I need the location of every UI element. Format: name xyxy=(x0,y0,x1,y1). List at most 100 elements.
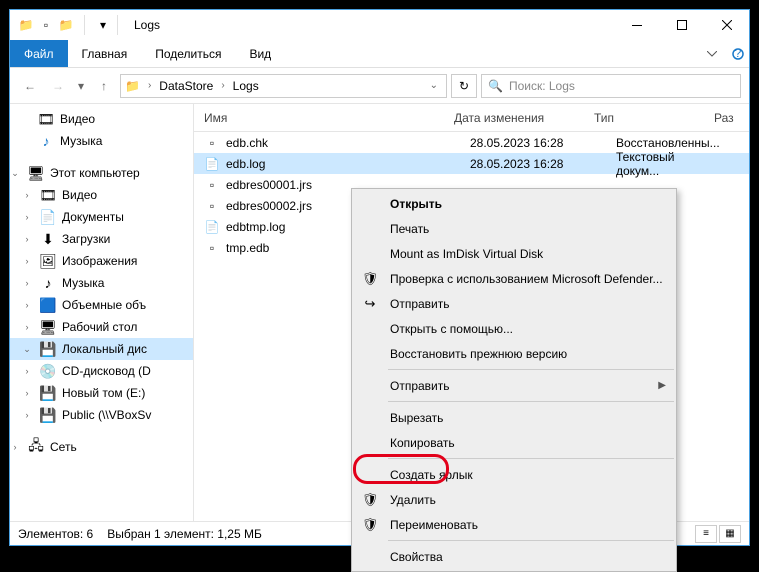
collapse-icon[interactable]: ⌄ xyxy=(10,168,20,179)
chevron-right-icon[interactable]: › xyxy=(217,80,228,91)
tab-share[interactable]: Поделиться xyxy=(141,40,235,67)
sidebar-item[interactable]: ›🖼Изображения xyxy=(10,250,193,272)
sidebar-item-label: Объемные объ xyxy=(62,298,146,312)
refresh-button[interactable]: ↻ xyxy=(451,74,477,98)
up-button[interactable]: ↑ xyxy=(92,74,116,98)
ctx-label: Проверка с использованием Microsoft Defe… xyxy=(390,272,663,286)
share-icon: ↪ xyxy=(362,296,378,312)
sidebar-item-label: Public (\\VBoxSv xyxy=(62,408,151,422)
search-input[interactable]: 🔍 Поиск: Logs xyxy=(481,74,741,98)
sidebar-item[interactable]: ›⬇Загрузки xyxy=(10,228,193,250)
sidebar-item[interactable]: ›📄Документы xyxy=(10,206,193,228)
search-placeholder: Поиск: Logs xyxy=(509,79,575,93)
item-icon: 💾 xyxy=(40,341,56,357)
sidebar-item-label: Видео xyxy=(60,112,95,126)
ctx-share[interactable]: ↪Отправить xyxy=(352,291,676,316)
ctx-send-to[interactable]: Отправить ▶ xyxy=(352,373,676,398)
ctx-copy[interactable]: Копировать xyxy=(352,430,676,455)
column-headers: Имя Дата изменения Тип Раз xyxy=(194,104,749,132)
sidebar-item-music[interactable]: ♪Музыка xyxy=(10,130,193,152)
minimize-button[interactable] xyxy=(614,10,659,40)
expand-ribbon-button[interactable] xyxy=(697,40,727,67)
item-icon: 💿 xyxy=(40,363,56,379)
sidebar-item-pc[interactable]: ⌄🖥Этот компьютер xyxy=(10,162,193,184)
new-folder-icon[interactable]: 📁 xyxy=(58,17,74,33)
file-name: edbtmp.log xyxy=(226,220,285,234)
uac-shield-icon: 🛡 xyxy=(362,517,378,533)
col-size[interactable]: Раз xyxy=(704,104,749,131)
tab-view[interactable]: Вид xyxy=(235,40,285,67)
ctx-print[interactable]: Печать xyxy=(352,216,676,241)
ctx-rename[interactable]: 🛡 Переименовать xyxy=(352,512,676,537)
file-icon: 📄 xyxy=(204,156,220,172)
file-name: edb.chk xyxy=(226,136,268,150)
file-tab[interactable]: Файл xyxy=(10,40,68,67)
help-button[interactable]: ? xyxy=(727,40,749,67)
ctx-cut[interactable]: Вырезать xyxy=(352,405,676,430)
sidebar-item[interactable]: ›🎞Видео xyxy=(10,184,193,206)
ctx-restore[interactable]: Восстановить прежнюю версию xyxy=(352,341,676,366)
file-name: edb.log xyxy=(226,157,265,171)
sidebar: 🎞Видео ♪Музыка ⌄🖥Этот компьютер ›🎞Видео›… xyxy=(10,104,194,521)
col-type[interactable]: Тип xyxy=(584,104,704,131)
quick-access-toolbar: 📁 ▫ 📁 ▾ xyxy=(18,15,111,35)
tab-home[interactable]: Главная xyxy=(68,40,142,67)
back-button[interactable]: ← xyxy=(18,74,42,98)
window-title: Logs xyxy=(134,18,160,32)
sidebar-item[interactable]: ›💾Public (\\VBoxSv xyxy=(10,404,193,426)
breadcrumb-item[interactable]: DataStore xyxy=(159,79,213,93)
navigation-bar: ← → ▾ ↑ 📁 › DataStore › Logs ⌄ ↻ 🔍 Поиск… xyxy=(10,68,749,104)
item-icon: ⬇ xyxy=(40,231,56,247)
file-date: 28.05.2023 16:28 xyxy=(460,153,600,174)
breadcrumb-item[interactable]: Logs xyxy=(233,79,259,93)
properties-icon[interactable]: ▫ xyxy=(38,17,54,33)
forward-button[interactable]: → xyxy=(46,74,70,98)
ctx-label: Отправить xyxy=(390,379,450,393)
sidebar-item[interactable]: ›💿CD-дисковод (D xyxy=(10,360,193,382)
item-icon: 💾 xyxy=(40,385,56,401)
view-icons-button[interactable]: ▦ xyxy=(719,525,741,543)
sidebar-item[interactable]: ›♪Музыка xyxy=(10,272,193,294)
ctx-label: Переименовать xyxy=(390,518,478,532)
col-name[interactable]: Имя xyxy=(194,104,444,131)
status-count: Элементов: 6 xyxy=(18,527,93,541)
ctx-defender[interactable]: 🛡Проверка с использованием Microsoft Def… xyxy=(352,266,676,291)
qat-dropdown-icon[interactable]: ▾ xyxy=(95,17,111,33)
context-menu: Открыть Печать Mount as ImDisk Virtual D… xyxy=(351,188,677,572)
sidebar-item[interactable]: ›💾Новый том (E:) xyxy=(10,382,193,404)
ctx-mount[interactable]: Mount as ImDisk Virtual Disk xyxy=(352,241,676,266)
sidebar-item-video[interactable]: 🎞Видео xyxy=(10,108,193,130)
file-row[interactable]: 📄edb.log28.05.2023 16:28Текстовый докум.… xyxy=(194,153,749,174)
close-button[interactable] xyxy=(704,10,749,40)
maximize-button[interactable] xyxy=(659,10,704,40)
ctx-properties[interactable]: Свойства xyxy=(352,544,676,569)
breadcrumb[interactable]: 📁 › DataStore › Logs ⌄ xyxy=(120,74,447,98)
ctx-open[interactable]: Открыть xyxy=(352,191,676,216)
sidebar-item-label: CD-дисковод (D xyxy=(62,364,151,378)
sidebar-item-network[interactable]: ›🖧Сеть xyxy=(10,436,193,458)
item-icon: 🎞 xyxy=(40,187,56,203)
file-icon: ▫ xyxy=(204,135,220,151)
sidebar-item[interactable]: ›🟦Объемные объ xyxy=(10,294,193,316)
view-details-button[interactable]: ≡ xyxy=(695,525,717,543)
ctx-open-with[interactable]: Открыть с помощью... xyxy=(352,316,676,341)
file-name: edbres00001.jrs xyxy=(226,178,312,192)
explorer-window: 📁 ▫ 📁 ▾ Logs Файл Главная Поделиться Вид… xyxy=(9,9,750,546)
ctx-shortcut[interactable]: Создать ярлык xyxy=(352,462,676,487)
file-icon: ▫ xyxy=(204,177,220,193)
sidebar-item[interactable]: ⌄💾Локальный дис xyxy=(10,338,193,360)
expand-icon[interactable]: › xyxy=(10,442,20,452)
item-icon: ♪ xyxy=(40,275,56,291)
chevron-down-icon[interactable]: ⌄ xyxy=(426,80,442,91)
ctx-delete[interactable]: 🛡Удалить xyxy=(352,487,676,512)
col-date[interactable]: Дата изменения xyxy=(444,104,584,131)
file-name: edbres00002.jrs xyxy=(226,199,312,213)
chevron-right-icon[interactable]: › xyxy=(144,80,155,91)
item-icon: 🟦 xyxy=(40,297,56,313)
separator xyxy=(84,15,85,35)
file-name: tmp.edb xyxy=(226,241,269,255)
history-dropdown[interactable]: ▾ xyxy=(74,74,88,98)
sidebar-item[interactable]: ›🖥Рабочий стол xyxy=(10,316,193,338)
chevron-right-icon: ▶ xyxy=(658,380,666,391)
file-date: 28.05.2023 16:28 xyxy=(460,132,600,153)
